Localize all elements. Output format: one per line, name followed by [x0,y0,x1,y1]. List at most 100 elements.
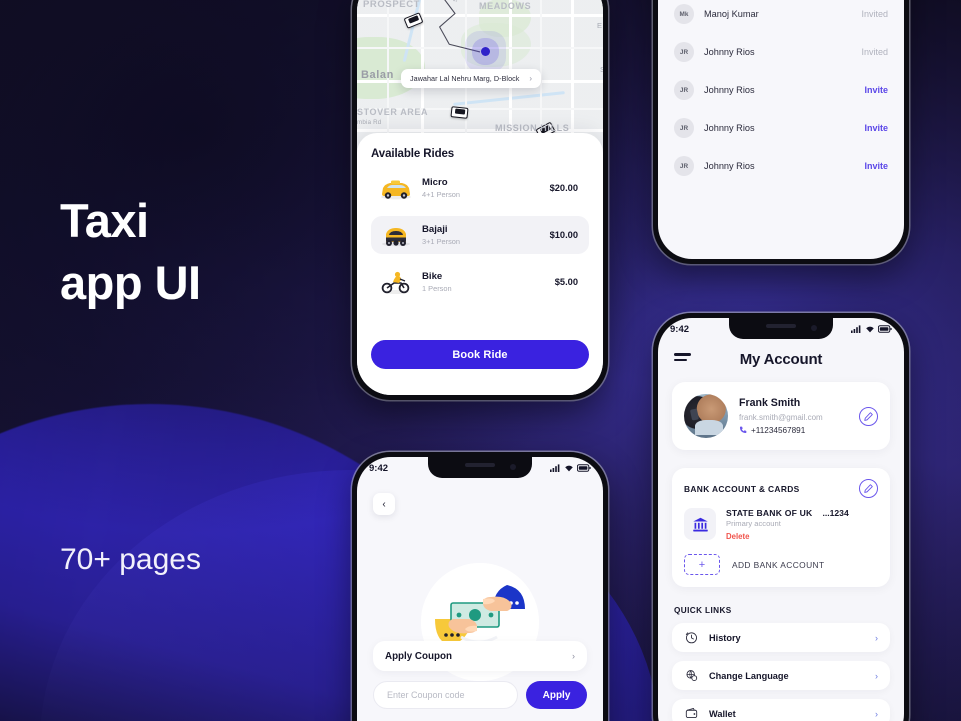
quick-link-label: Change Language [709,670,789,681]
contact-row[interactable]: JR Johnny Rios Invite [672,71,890,109]
bank-header: BANK ACCOUNT & CARDS [684,479,878,498]
contact-row[interactable]: Mk Manoj Kumar Invited [672,0,890,33]
ride-option-bike[interactable]: Bike 1 Person $5.00 [371,263,589,301]
map-label: S [600,65,603,74]
contact-row[interactable]: JR Johnny Rios Invite [672,109,890,147]
ride-option-partial[interactable] [371,307,589,323]
edit-profile-button[interactable] [859,406,878,426]
screenshot-stage: Taxi app UI 70+ pages PROSPECT MEADOWS B… [0,0,961,721]
map-label: PROSPECT [363,0,421,10]
bank-section-title: BANK ACCOUNT & CARDS [684,483,800,494]
available-rides-sheet: Available Rides Micro 4+1 Person $20.00 … [357,133,603,395]
invite-button[interactable]: Invite [864,161,888,171]
invited-status: Invited [861,9,888,19]
phone-my-account: 9:42 My Account Frank Smith frank.smith@… [653,313,909,721]
bank-card: BANK ACCOUNT & CARDS STATE BANK OF UK ..… [672,468,890,587]
map-label: Stover St [453,0,464,3]
quick-link-change-language[interactable]: Change Language › [672,661,890,690]
available-rides-title: Available Rides [371,148,455,160]
contact-name: Johnny Rios [704,85,755,95]
add-bank-account-label: ADD BANK ACCOUNT [732,559,825,570]
contact-name: Manoj Kumar [704,9,759,19]
battery-icon [577,464,591,472]
map-park-green [461,23,531,67]
quick-links-section: QUICK LINKS History › Change Language › … [658,606,904,721]
ride-icon-partial [379,307,413,323]
contact-row[interactable]: JR Johnny Rios Invited [672,33,890,71]
map-location-text: Jawahar Lal Nehru Marg, D-Block [410,74,520,83]
map-label: E [597,21,603,30]
map-location-pill[interactable]: Jawahar Lal Nehru Marg, D-Block › [401,69,542,88]
avatar: JR [674,42,694,62]
back-button[interactable]: ‹ [373,493,395,515]
avatar [684,394,728,438]
quick-link-history[interactable]: History › [672,623,890,652]
map-label: mbia Rd [357,119,382,126]
map-label: Balan [361,69,394,81]
bank-icon [692,517,708,531]
ride-name: Micro [422,176,448,188]
wifi-icon [866,326,874,333]
phone-suggested-contacts: Suggested Contact View all JR Johnny Rio… [653,0,909,264]
map-road [357,14,603,17]
phone-in-hand-icon [689,408,700,421]
ride-capacity: 3+1 Person [422,236,461,246]
chevron-right-icon: › [529,74,533,83]
ride-name: Bike [422,270,443,282]
map-car-marker [450,106,469,119]
apply-button[interactable]: Apply [526,681,587,709]
ride-name [422,309,578,321]
book-ride-button[interactable]: Book Ride [371,340,589,369]
avatar: Mk [674,4,694,24]
contact-name: Johnny Rios [704,123,755,133]
contact-name: Johnny Rios [704,47,755,57]
promo-subtitle: 70+ pages [60,543,201,576]
map-label: STOVER AREA [357,107,429,117]
ride-name: Bajaji [422,223,448,235]
signal-icon [550,464,560,472]
promo-title-line2: app UI [60,256,201,309]
motorbike-icon [379,269,413,295]
ride-price: $5.00 [554,277,578,287]
contact-name: Johnny Rios [704,161,755,171]
history-clock-icon [684,631,698,645]
front-camera-icon [510,464,516,470]
add-icon[interactable]: + [684,554,720,575]
wallet-icon [684,707,698,721]
my-account-screen: 9:42 My Account Frank Smith frank.smith@… [658,318,904,721]
ride-capacity: 4+1 Person [422,189,461,199]
quick-link-wallet[interactable]: Wallet › [672,699,890,721]
add-bank-account-row[interactable]: + ADD BANK ACCOUNT [684,554,878,575]
account-header: My Account [658,344,904,374]
coupon-code-row: Apply [373,681,587,709]
contact-row[interactable]: JR Johnny Rios Invite [672,147,890,185]
edit-bank-button[interactable] [859,479,878,498]
invite-button[interactable]: Invite [864,85,888,95]
phone-notch [428,457,532,478]
pencil-icon [864,484,873,493]
status-time: 9:42 [369,462,389,474]
ride-option-micro[interactable]: Micro 4+1 Person $20.00 [371,169,589,207]
avatar: JR [674,118,694,138]
quick-link-label: Wallet [709,708,736,719]
profile-email: frank.smith@gmail.com [739,412,823,422]
contacts-screen: Suggested Contact View all JR Johnny Rio… [658,0,904,259]
auto-rickshaw-icon [379,222,413,248]
promo-block: Taxi app UI 70+ pages [60,190,201,576]
language-globe-icon [684,669,698,683]
invite-button[interactable]: Invite [864,123,888,133]
quick-links-title: QUICK LINKS [674,606,732,615]
apply-coupon-row[interactable]: Apply Coupon › [373,641,587,671]
chevron-right-icon: › [875,708,878,719]
ride-capacity: 1 Person [422,283,452,293]
bank-account-row[interactable]: STATE BANK OF UK ...1234 Primary account… [684,508,878,543]
status-icons [851,325,892,333]
ride-option-bajaji[interactable]: Bajaji 3+1 Person $10.00 [371,216,589,254]
bank-account-name: STATE BANK OF UK [726,508,813,518]
profile-card: Frank Smith frank.smith@gmail.com +11234… [672,382,890,450]
profile-name: Frank Smith [739,396,801,409]
coupon-code-input[interactable] [373,681,518,709]
status-time: 9:42 [670,323,690,335]
delete-bank-account-link[interactable]: Delete [726,530,878,543]
bank-account-title-row: STATE BANK OF UK ...1234 [726,508,878,518]
